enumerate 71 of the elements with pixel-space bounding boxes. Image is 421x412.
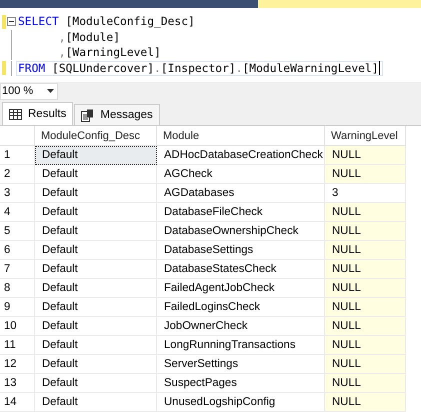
table-cell[interactable]: Default [35, 184, 157, 203]
table-cell[interactable]: Default [35, 260, 157, 279]
zoom-dropdown[interactable]: 100 % [0, 82, 58, 100]
table-cell[interactable]: Default [35, 241, 157, 260]
row-number: 6 [0, 241, 35, 260]
table-cell: NULL [325, 241, 406, 260]
table-cell: DatabaseFileCheck [157, 203, 325, 222]
table-cell: FailedAgentJobCheck [157, 279, 325, 298]
row-number: 5 [0, 222, 35, 241]
result-tab[interactable]: Results [2, 102, 74, 125]
table-cell: NULL [325, 222, 406, 241]
table-cell: ADHocDatabaseCreationCheck [157, 146, 325, 165]
table-cell: DatabaseStatesCheck [157, 260, 325, 279]
table-cell[interactable]: Default [35, 222, 157, 241]
row-number: 9 [0, 298, 35, 317]
row-number: 4 [0, 203, 35, 222]
document-tab[interactable] [0, 0, 258, 8]
table-cell[interactable]: Default [35, 165, 157, 184]
document-tab[interactable] [258, 0, 421, 8]
table-cell: NULL [325, 298, 406, 317]
row-number: 7 [0, 260, 35, 279]
code-line: ,[WarningLevel] [58, 45, 162, 60]
caret-icon [47, 89, 54, 94]
collapse-icon[interactable] [6, 17, 16, 26]
row-number: 10 [0, 317, 35, 336]
table-cell: SuspectPages [157, 374, 325, 393]
table-cell: DatabaseOwnershipCheck [157, 222, 325, 241]
column-header[interactable]: ModuleConfig_Desc [35, 126, 157, 146]
row-number: 13 [0, 374, 35, 393]
table-cell: NULL [325, 393, 406, 412]
table-cell: NULL [325, 336, 406, 355]
table-cell: NULL [325, 279, 406, 298]
table-cell: DatabaseSettings [157, 241, 325, 260]
table-cell: ServerSettings [157, 355, 325, 374]
table-cell: FailedLoginsCheck [157, 298, 325, 317]
table-cell[interactable]: Default [35, 336, 157, 355]
row-number: 14 [0, 393, 35, 412]
row-number: 2 [0, 165, 35, 184]
code-line: SELECT [ModuleConfig_Desc] [17, 14, 196, 30]
column-header[interactable]: WarningLevel [325, 126, 406, 146]
table-cell: NULL [325, 146, 406, 165]
row-number: 1 [0, 146, 35, 165]
table-cell: NULL [325, 374, 406, 393]
table-cell: NULL [325, 260, 406, 279]
table-cell: AGCheck [157, 165, 325, 184]
column-header[interactable]: Module [157, 126, 325, 146]
table-cell: NULL [325, 355, 406, 374]
row-number: 8 [0, 279, 35, 298]
table-cell[interactable]: Default [35, 393, 157, 412]
table-cell: 3 [325, 184, 406, 203]
table-cell: NULL [325, 165, 406, 184]
table-cell: UnusedLogshipConfig [157, 393, 325, 412]
row-number: 12 [0, 355, 35, 374]
table-cell: NULL [325, 317, 406, 336]
table-cell: JobOwnerCheck [157, 317, 325, 336]
table-cell[interactable]: Default [35, 279, 157, 298]
table-cell[interactable]: Default [35, 355, 157, 374]
document-icon [81, 108, 94, 122]
table-cell[interactable]: Default [35, 203, 157, 222]
table-cell[interactable]: Default [35, 298, 157, 317]
row-number: 3 [0, 184, 35, 203]
table-cell[interactable]: Default [35, 374, 157, 393]
table-cell: NULL [325, 203, 406, 222]
result-tab[interactable]: Messages [74, 104, 160, 125]
grid-icon [9, 108, 22, 120]
code-line: ,[Module] [58, 30, 122, 45]
table-cell: AGDatabases [157, 184, 325, 203]
row-number: 11 [0, 336, 35, 355]
table-cell: LongRunningTransactions [157, 336, 325, 355]
table-cell[interactable]: Default [35, 146, 157, 165]
table-cell[interactable]: Default [35, 317, 157, 336]
